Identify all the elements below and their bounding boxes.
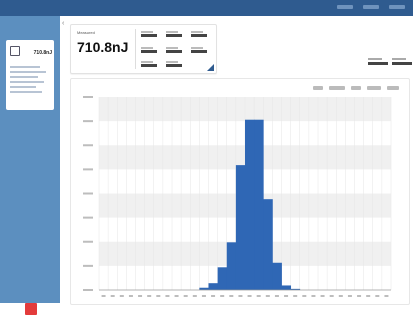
x-tick — [192, 295, 197, 297]
histogram-bar — [263, 199, 273, 290]
top-menu-item[interactable] — [337, 5, 353, 9]
x-tick — [238, 295, 243, 297]
histogram-bar — [226, 242, 237, 290]
x-tick — [101, 295, 106, 297]
x-tick — [375, 295, 380, 297]
x-tick — [338, 295, 343, 297]
top-menu[interactable] — [337, 5, 405, 9]
stat — [166, 31, 186, 39]
setting-control[interactable] — [368, 58, 390, 68]
x-tick — [138, 295, 143, 297]
x-tick — [384, 295, 389, 297]
x-tick — [220, 295, 225, 297]
histogram-bar — [235, 165, 246, 290]
expand-corner-icon[interactable] — [207, 64, 214, 71]
histogram-bar — [208, 283, 219, 290]
top-bar — [0, 0, 413, 16]
x-tick — [128, 295, 133, 297]
histogram-bar — [217, 267, 228, 290]
histogram-bar — [254, 119, 264, 290]
x-tick — [347, 295, 352, 297]
device-value: 710.8nJ — [33, 50, 52, 56]
y-tick — [83, 264, 93, 267]
histogram-bar — [245, 119, 255, 290]
y-tick — [83, 240, 93, 243]
summary-value: 710.8nJ — [77, 39, 129, 55]
stat — [141, 31, 161, 39]
x-tick — [174, 295, 179, 297]
y-tick — [83, 192, 93, 195]
histogram-chart — [83, 96, 392, 297]
stat — [191, 47, 211, 55]
histogram-bar — [281, 285, 292, 290]
x-tick — [119, 295, 124, 297]
y-tick — [83, 168, 93, 171]
device-card[interactable]: 710.8nJ — [6, 40, 54, 110]
x-tick — [274, 295, 279, 297]
y-tick — [83, 120, 93, 123]
y-tick — [83, 289, 93, 291]
x-tick — [293, 295, 298, 297]
y-tick — [83, 216, 93, 219]
device-details — [10, 66, 50, 96]
y-tick — [83, 144, 93, 147]
x-tick — [247, 295, 252, 297]
stat — [141, 61, 161, 69]
record-button[interactable] — [25, 303, 37, 315]
stat — [166, 61, 186, 69]
histogram-panel — [70, 78, 410, 305]
x-tick — [311, 295, 316, 297]
x-tick — [183, 295, 188, 297]
stat — [191, 31, 211, 39]
sidebar: 710.8nJ — [0, 16, 60, 315]
x-tick — [110, 295, 115, 297]
x-tick — [302, 295, 307, 297]
device-icon — [10, 46, 20, 56]
x-tick — [201, 295, 206, 297]
summary-divider — [135, 29, 136, 69]
x-tick — [357, 295, 362, 297]
summary-label: Measured — [77, 30, 95, 35]
histogram-bar — [272, 262, 282, 290]
x-tick — [329, 295, 334, 297]
x-tick — [265, 295, 270, 297]
x-tick — [156, 295, 161, 297]
top-menu-item[interactable] — [363, 5, 379, 9]
x-tick — [366, 295, 371, 297]
collapse-sidebar-icon[interactable]: ‹ — [62, 20, 64, 27]
x-tick — [147, 295, 152, 297]
x-tick — [165, 295, 170, 297]
x-tick — [211, 295, 216, 297]
setting-control[interactable] — [392, 58, 413, 68]
x-tick — [320, 295, 325, 297]
stat — [141, 47, 161, 55]
x-tick — [256, 295, 261, 297]
x-tick — [284, 295, 289, 297]
x-tick — [229, 295, 234, 297]
top-menu-item[interactable] — [389, 5, 405, 9]
y-tick — [83, 96, 93, 98]
summary-card: Measured 710.8nJ — [70, 24, 217, 74]
stat — [166, 47, 186, 55]
